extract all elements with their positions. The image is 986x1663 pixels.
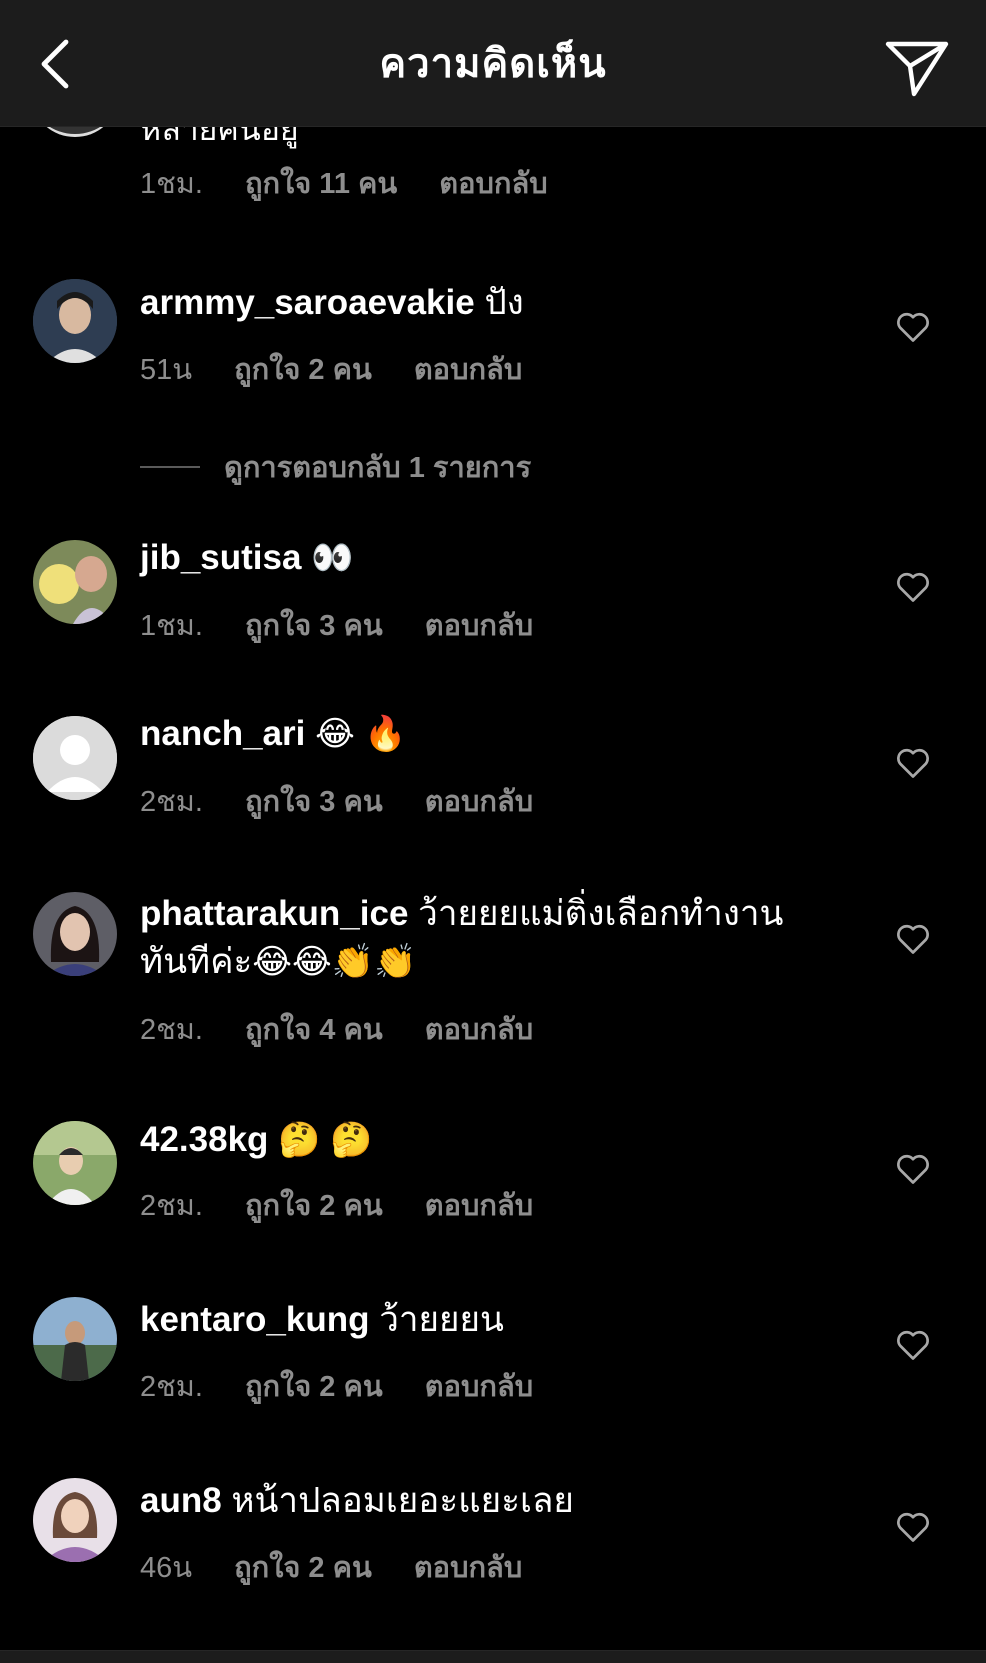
comment-body: jib_sutisa 👀 <box>140 534 840 582</box>
heart-outline-icon[interactable] <box>895 310 931 344</box>
comment-meta: 2ชม. ถูกใจ 3 คน ตอบกลับ <box>140 778 533 824</box>
username[interactable]: nanch_ari <box>140 714 305 753</box>
view-replies-button[interactable]: ดูการตอบกลับ 1 รายการ <box>140 444 531 490</box>
username[interactable]: jib_sutisa <box>140 538 301 577</box>
reply-button[interactable]: ตอบกลับ <box>414 346 522 392</box>
avatar-image <box>33 279 117 363</box>
comment-meta: 2ชม. ถูกใจ 2 คน ตอบกลับ <box>140 1182 533 1228</box>
reply-button[interactable]: ตอบกลับ <box>414 1544 522 1590</box>
avatar[interactable] <box>33 279 117 363</box>
comment-time: 2ชม. <box>140 1190 203 1222</box>
likes-count[interactable]: ถูกใจ 3 คน <box>245 602 383 648</box>
reply-button[interactable]: ตอบกลับ <box>425 602 533 648</box>
comment-body: kentaro_kung ว้ายยยน <box>140 1296 840 1344</box>
avatar[interactable] <box>33 716 117 800</box>
likes-count[interactable]: ถูกใจ 2 คน <box>245 1363 383 1409</box>
comment-time: 51น <box>140 354 193 386</box>
username[interactable]: phattarakun_ice <box>140 894 408 933</box>
comment-body: armmy_saroaevakie ปัง <box>140 279 840 327</box>
page-title: ความคิดเห็น <box>379 42 607 86</box>
comment-text: ปัง <box>474 283 524 322</box>
comment-meta: 2ชม. ถูกใจ 4 คน ตอบกลับ <box>140 1006 533 1052</box>
comment-meta: 1ชม. ถูกใจ 3 คน ตอบกลับ <box>140 602 533 648</box>
comment-body: aun8 หน้าปลอมเยอะแยะเลย <box>140 1477 840 1525</box>
comment-time: 2ชม. <box>140 1371 203 1403</box>
avatar-image <box>33 540 117 624</box>
avatar[interactable] <box>33 1297 117 1381</box>
heart-outline-icon[interactable] <box>895 570 931 604</box>
view-replies-label: ดูการตอบกลับ 1 รายการ <box>224 452 532 484</box>
avatar-image <box>33 1478 117 1562</box>
comment-body: phattarakun_ice ว้ายยยแม่ติ่งเลือกทำงานท… <box>140 890 830 986</box>
reply-button[interactable]: ตอบกลับ <box>425 1006 533 1052</box>
comment-body: 42.38kg 🤔 🤔 <box>140 1116 840 1164</box>
heart-outline-icon[interactable] <box>895 1328 931 1362</box>
comment-time: 1ชม. <box>140 610 203 642</box>
paper-plane-icon[interactable] <box>884 38 950 98</box>
comment-meta: 46น ถูกใจ 2 คน ตอบกลับ <box>140 1544 522 1590</box>
avatar-image <box>33 1121 117 1205</box>
avatar[interactable] <box>33 892 117 976</box>
comments-list: หลายคนอยู่ 1ชม. ถูกใจ 11 คน ตอบกลับ armm… <box>0 0 986 1662</box>
likes-count[interactable]: ถูกใจ 3 คน <box>245 778 383 824</box>
comment-meta: 2ชม. ถูกใจ 2 คน ตอบกลับ <box>140 1363 533 1409</box>
comment-text <box>268 1120 278 1159</box>
comment-text <box>301 538 311 577</box>
comment-meta: 51น ถูกใจ 2 คน ตอบกลับ <box>140 346 522 392</box>
comment-emoji: 😂 🔥 <box>315 715 407 753</box>
top-bar: ความคิดเห็น <box>0 0 986 127</box>
reply-button[interactable]: ตอบกลับ <box>439 160 547 206</box>
username[interactable]: kentaro_kung <box>140 1300 370 1339</box>
divider-line <box>140 466 200 468</box>
heart-outline-icon[interactable] <box>895 1510 931 1544</box>
comment-time: 2ชม. <box>140 786 203 818</box>
username[interactable]: aun8 <box>140 1481 222 1520</box>
comment-body: nanch_ari 😂 🔥 <box>140 710 840 758</box>
likes-count[interactable]: ถูกใจ 4 คน <box>245 1006 383 1052</box>
comment-emoji: 😂😂👏👏 <box>252 943 417 981</box>
likes-count[interactable]: ถูกใจ 11 คน <box>245 160 397 206</box>
comment-text: ว้ายยยน <box>369 1300 504 1339</box>
avatar-image <box>33 1297 117 1381</box>
avatar[interactable] <box>33 540 117 624</box>
comment-meta: 1ชม. ถูกใจ 11 คน ตอบกลับ <box>140 160 548 206</box>
likes-count[interactable]: ถูกใจ 2 คน <box>234 346 372 392</box>
comment-emoji: 👀 <box>311 539 354 577</box>
comment-text <box>305 714 315 753</box>
comment-text: หน้าปลอมเยอะแยะเลย <box>221 1481 574 1520</box>
reply-button[interactable]: ตอบกลับ <box>425 1182 533 1228</box>
heart-outline-icon[interactable] <box>895 1152 931 1186</box>
heart-outline-icon[interactable] <box>895 746 931 780</box>
default-avatar-icon <box>33 716 117 800</box>
username[interactable]: armmy_saroaevakie <box>140 283 475 322</box>
reply-button[interactable]: ตอบกลับ <box>425 778 533 824</box>
reply-button[interactable]: ตอบกลับ <box>425 1363 533 1409</box>
avatar[interactable] <box>33 1121 117 1205</box>
chevron-left-icon[interactable] <box>36 38 76 90</box>
comment-time: 46น <box>140 1552 193 1584</box>
comment-emoji: 🤔 🤔 <box>278 1121 373 1159</box>
bottom-bar <box>0 1650 986 1663</box>
username[interactable]: 42.38kg <box>140 1120 268 1159</box>
likes-count[interactable]: ถูกใจ 2 คน <box>245 1182 383 1228</box>
avatar-image <box>33 892 117 976</box>
comment-time: 1ชม. <box>140 168 203 200</box>
avatar[interactable] <box>33 1478 117 1562</box>
comment-time: 2ชม. <box>140 1014 203 1046</box>
heart-outline-icon[interactable] <box>895 922 931 956</box>
likes-count[interactable]: ถูกใจ 2 คน <box>234 1544 372 1590</box>
